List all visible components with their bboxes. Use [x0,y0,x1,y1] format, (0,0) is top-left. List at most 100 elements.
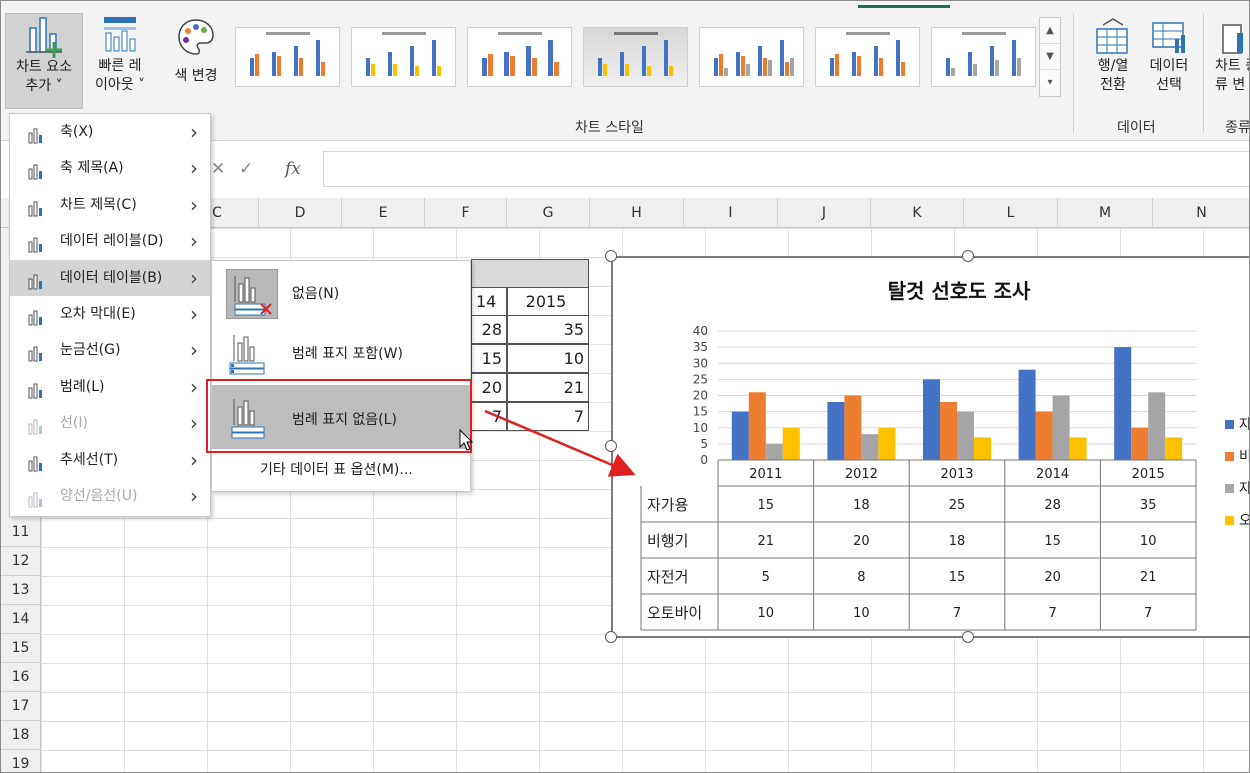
table-cell[interactable]: 20 [471,373,507,402]
change-chart-type-button[interactable]: 차트 종 류 변 [1211,17,1249,109]
column-header[interactable]: I [684,198,778,228]
menu-item[interactable]: 양선/음선(U) › [10,478,210,514]
table-header-band[interactable] [471,259,589,288]
data-table-with-legend-option[interactable]: 범례 표지 포함(W) [212,325,470,381]
select-data-icon [1152,22,1185,53]
menu-item[interactable]: 데이터 레이블(D) › [10,223,210,259]
column-header[interactable]: D [259,198,342,228]
column-header[interactable]: F [425,198,507,228]
table-cell[interactable]: 21 [507,373,589,402]
more-data-table-options[interactable]: 기타 데이터 표 옵션(M)... [260,459,413,479]
menu-item[interactable]: 축(X) › [10,114,210,150]
column-header[interactable]: N [1153,198,1249,228]
chart-style-4[interactable] [583,27,688,87]
bar [940,401,957,460]
y-tick-label: 30 [693,356,708,370]
legend-marker [1225,420,1234,429]
menu-item[interactable]: 오차 막대(E) › [10,296,210,332]
chevron-right-icon: › [190,338,198,363]
menu-item[interactable]: 선(I) › [10,405,210,441]
resize-handle[interactable] [605,250,617,262]
column-header[interactable]: E [342,198,425,228]
data-value: 7 [1144,606,1152,621]
column-header[interactable]: L [964,198,1058,228]
chart-style-5[interactable] [699,27,804,87]
y-tick-label: 25 [693,372,708,386]
menu-item[interactable]: 범례(L) › [10,369,210,405]
change-chart-type-label-2: 류 변 [1215,77,1246,93]
row-header[interactable]: 13 [1,576,41,605]
cancel-icon[interactable]: ✕ [211,159,225,179]
menu-item[interactable]: 차트 제목(C) › [10,187,210,223]
menu-item-label: 데이터 테이블(B) [60,269,163,286]
data-table-submenu: 없음(N) 범례 표지 포함(W) 범례 표지 없음(L) 기타 데이터 표 옵… [211,260,471,492]
legend-icon [26,378,46,399]
insert-function-icon[interactable]: fx [285,159,301,179]
table-cell[interactable]: 15 [471,344,507,373]
resize-handle[interactable] [605,631,617,643]
gallery-down-icon[interactable]: ▼ [1040,44,1060,70]
column-header[interactable]: K [871,198,964,228]
table-cell[interactable]: 7 [507,402,589,431]
table-cell[interactable]: 7 [471,402,507,431]
data-value: 5 [762,570,770,585]
menu-item[interactable]: 눈금선(G) › [10,332,210,368]
lines-icon [26,414,46,435]
chart-style-1[interactable] [235,27,340,87]
data-table-none-icon [226,269,278,319]
column-header[interactable]: H [590,198,684,228]
chevron-right-icon: › [190,229,198,254]
table-header-cell[interactable]: 2015 [507,287,589,316]
group-separator [1073,13,1074,133]
add-chart-element-button[interactable]: 차트 요소 추가 ˅ [5,13,83,109]
quick-layout-icon [104,17,136,52]
bar [878,427,896,460]
table-cell[interactable]: 10 [507,344,589,373]
y-tick-label: 15 [693,405,708,419]
switch-row-column-button[interactable]: 행/열 전환 [1085,17,1141,109]
resize-handle[interactable] [605,440,617,452]
x-tick-label: 2014 [1036,467,1069,482]
chevron-right-icon: › [190,484,198,508]
enter-icon[interactable]: ✓ [239,159,253,179]
menu-item[interactable]: 추세선(T) › [10,442,210,478]
select-data-button[interactable]: 데이터 선택 [1141,17,1197,109]
row-header[interactable]: 19 [1,750,41,772]
resize-handle[interactable] [962,631,974,643]
row-header[interactable]: 17 [1,692,41,721]
gallery-scroll[interactable]: ▲ ▼ ▾ [1039,17,1061,97]
row-header[interactable]: 15 [1,634,41,663]
gallery-more-icon[interactable]: ▾ [1040,70,1060,96]
quick-layout-button[interactable]: 빠른 레 이아웃 ˅ [85,13,155,109]
formula-input[interactable] [323,151,1249,187]
column-header[interactable]: G [507,198,590,228]
bar [731,411,749,460]
data-value: 18 [949,534,966,549]
chart-area[interactable]: 탈것 선호도 조사 0 5 10 15 20 25 30 35 40 2011 2012 2013 201… [611,256,1249,638]
table-cell[interactable]: 35 [507,315,589,344]
row-header[interactable]: 12 [1,547,41,576]
table-header-cell[interactable]: 14 [471,287,507,316]
row-header[interactable]: 14 [1,605,41,634]
row-header[interactable]: 11 [1,518,41,547]
menu-item[interactable]: 축 제목(A) › [10,150,210,186]
chart-style-7[interactable] [931,27,1036,87]
change-colors-button[interactable]: 색 변경 [161,17,231,97]
gallery-up-icon[interactable]: ▲ [1040,18,1060,44]
chart-style-3[interactable] [467,27,572,87]
column-header[interactable]: J [778,198,871,228]
menu-item-label: 추세선(T) [60,451,119,468]
column-header[interactable]: M [1058,198,1153,228]
row-header[interactable]: 18 [1,721,41,750]
data-value: 28 [1044,498,1061,513]
data-table-none-option[interactable]: 없음(N) [212,265,470,321]
bar [1069,437,1087,460]
chart-style-6[interactable] [815,27,920,87]
row-header[interactable]: 16 [1,663,41,692]
menu-item[interactable]: 데이터 테이블(B) › [10,259,210,296]
highlight-annotation [206,379,472,453]
resize-handle[interactable] [962,250,974,262]
menu-item-label: 양선/음선(U) [60,488,138,504]
chart-style-2[interactable] [351,27,456,87]
table-cell[interactable]: 28 [471,315,507,344]
